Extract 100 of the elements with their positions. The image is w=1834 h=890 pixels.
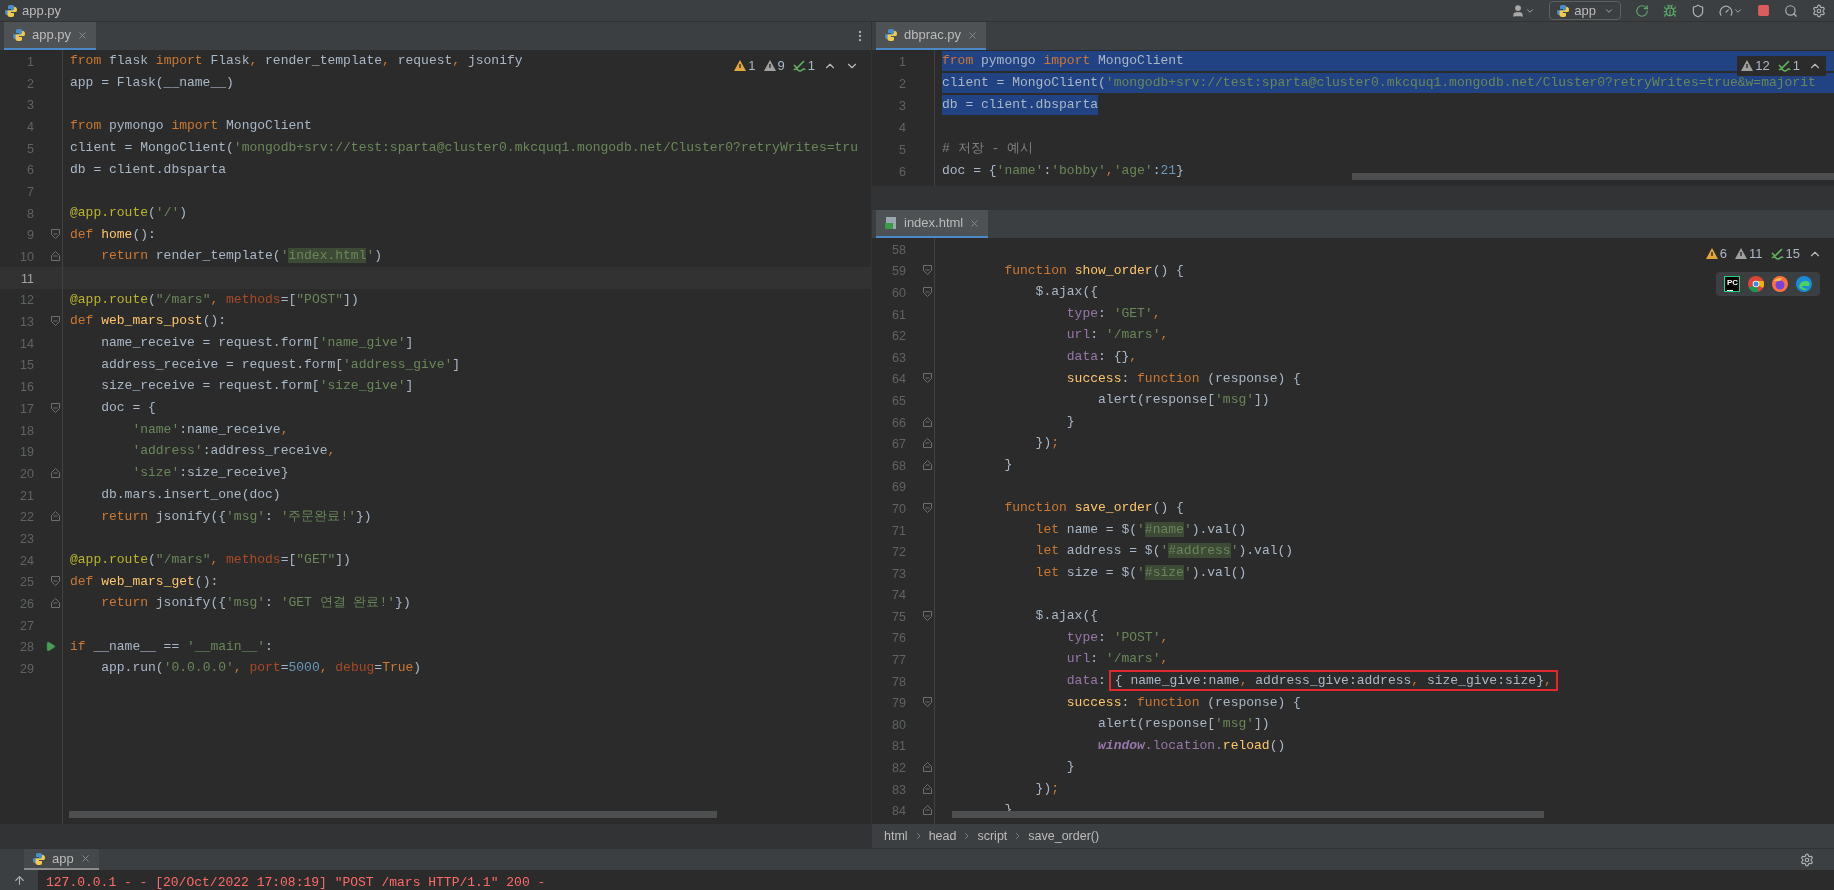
user-icon[interactable] bbox=[1511, 3, 1526, 18]
line-number: 7 bbox=[27, 184, 34, 199]
editor-tab[interactable]: dbprac.py bbox=[876, 22, 987, 50]
fold-icon[interactable] bbox=[50, 576, 60, 587]
browser-icon[interactable] bbox=[1748, 276, 1764, 292]
scrollbar[interactable] bbox=[69, 811, 717, 818]
fold-icon[interactable] bbox=[922, 610, 932, 621]
fold-icon[interactable] bbox=[50, 251, 60, 262]
line-number: 78 bbox=[892, 674, 906, 689]
line-number: 67 bbox=[892, 437, 906, 452]
code-line: doc = {'name':'bobby','age':21} bbox=[942, 162, 1184, 181]
scroll-up-icon[interactable] bbox=[12, 874, 26, 887]
fold-icon[interactable] bbox=[922, 502, 932, 513]
warning-icon bbox=[763, 60, 776, 72]
line-number: 62 bbox=[892, 329, 906, 344]
fold-icon[interactable] bbox=[50, 316, 60, 327]
fold-icon[interactable] bbox=[922, 373, 932, 384]
fold-icon[interactable] bbox=[50, 402, 60, 413]
run-config-dropdown[interactable]: app bbox=[1549, 1, 1621, 20]
code-line: window.location.reload() bbox=[1097, 736, 1286, 755]
close-icon[interactable] bbox=[77, 29, 89, 41]
code-line: } bbox=[1065, 758, 1075, 777]
fold-icon[interactable] bbox=[922, 416, 932, 427]
code-line: app.run('0.0.0.0', port=5000, debug=True) bbox=[100, 659, 422, 678]
code-line: alert(response['msg']) bbox=[1097, 391, 1270, 410]
fold-icon[interactable] bbox=[50, 467, 60, 478]
line-number: 73 bbox=[892, 566, 906, 581]
code-line: from pymongo import MongoClient bbox=[70, 117, 312, 136]
code-line: client = MongoClient('mongodb+srv://test:sparta@cluster0.mkcquq1.mongodb.net/Cluster0?retryWrites=tru bbox=[70, 138, 858, 157]
search-icon[interactable] bbox=[1784, 3, 1798, 18]
line-number: 24 bbox=[20, 553, 34, 568]
code-line: data: {}, bbox=[1065, 348, 1138, 366]
close-icon[interactable] bbox=[79, 853, 91, 864]
breadcrumb-item[interactable]: head bbox=[928, 826, 957, 846]
fold-icon[interactable] bbox=[922, 783, 932, 794]
line-number: 71 bbox=[892, 523, 906, 538]
debug-icon[interactable] bbox=[1663, 3, 1677, 18]
line-number: 4 bbox=[27, 119, 34, 134]
close-icon[interactable] bbox=[967, 29, 979, 41]
profile-icon[interactable] bbox=[1719, 3, 1733, 18]
coverage-icon[interactable] bbox=[1691, 3, 1705, 18]
tab-label: app bbox=[52, 849, 74, 868]
breadcrumb-item[interactable]: html bbox=[884, 826, 908, 846]
python-file-icon bbox=[884, 28, 898, 42]
fold-icon[interactable] bbox=[922, 697, 932, 708]
rerun-icon[interactable] bbox=[1635, 3, 1649, 18]
run-icon[interactable] bbox=[44, 640, 56, 652]
line-number: 5 bbox=[27, 141, 34, 156]
inspection-count: 11 bbox=[1749, 245, 1763, 263]
fold-icon[interactable] bbox=[922, 265, 932, 276]
code-line: $.ajax({ bbox=[1034, 283, 1099, 302]
fold-icon[interactable] bbox=[922, 805, 932, 816]
line-number: 12 bbox=[20, 293, 34, 308]
code-line: doc = { bbox=[100, 399, 156, 418]
line-number: 60 bbox=[892, 286, 906, 300]
fold-icon[interactable] bbox=[922, 762, 932, 773]
code-line: return jsonify({'msg': '주문완료!'}) bbox=[100, 507, 372, 526]
fold-icon[interactable] bbox=[50, 229, 60, 240]
line-number: 77 bbox=[892, 653, 906, 668]
stop-icon[interactable] bbox=[1757, 4, 1770, 17]
close-icon[interactable] bbox=[969, 217, 981, 229]
line-number: 11 bbox=[21, 271, 34, 286]
line-number: 4 bbox=[899, 121, 906, 135]
scrollbar[interactable] bbox=[952, 811, 1544, 818]
fold-icon[interactable] bbox=[922, 438, 932, 449]
line-number: 2 bbox=[899, 77, 906, 91]
editor-tab[interactable]: index.html bbox=[876, 210, 989, 238]
browser-icon[interactable] bbox=[1772, 276, 1788, 292]
check-icon bbox=[1777, 59, 1791, 72]
editor-tab[interactable]: app.py bbox=[4, 22, 97, 50]
check-icon bbox=[792, 59, 806, 72]
line-number: 63 bbox=[892, 350, 906, 365]
line-number: 14 bbox=[20, 336, 34, 351]
line-number: 3 bbox=[899, 99, 906, 113]
settings-icon[interactable] bbox=[1800, 852, 1814, 867]
code-line: function show_order() { bbox=[1003, 261, 1184, 280]
code-line: app = Flask(__name__) bbox=[70, 73, 234, 92]
inspection-count: 15 bbox=[1785, 245, 1800, 263]
python-file-icon bbox=[32, 851, 46, 866]
code-line: name_receive = request.form['name_give'] bbox=[100, 334, 414, 353]
fold-icon[interactable] bbox=[922, 287, 932, 297]
fold-icon[interactable] bbox=[50, 598, 60, 609]
line-number: 17 bbox=[20, 401, 34, 416]
line-number: 1 bbox=[899, 55, 906, 69]
breadcrumb-item[interactable]: script bbox=[977, 826, 1008, 846]
fold-icon[interactable] bbox=[50, 511, 60, 522]
app-icon[interactable]: PC bbox=[1724, 276, 1740, 292]
run-tab[interactable]: app bbox=[24, 849, 99, 870]
line-number: 61 bbox=[892, 307, 906, 322]
browser-icon[interactable] bbox=[1796, 276, 1812, 292]
code-line: alert(response['msg']) bbox=[1097, 715, 1270, 734]
breadcrumb-item[interactable]: save_order() bbox=[1028, 826, 1100, 846]
line-number: 29 bbox=[20, 662, 34, 677]
line-number: 20 bbox=[20, 466, 34, 481]
settings-icon[interactable] bbox=[1812, 3, 1826, 18]
line-number: 81 bbox=[892, 739, 906, 754]
fold-icon[interactable] bbox=[922, 459, 932, 470]
code-line: let size = $('#size').val() bbox=[1034, 563, 1247, 582]
line-number: 79 bbox=[892, 696, 906, 711]
line-number: 6 bbox=[899, 165, 906, 179]
